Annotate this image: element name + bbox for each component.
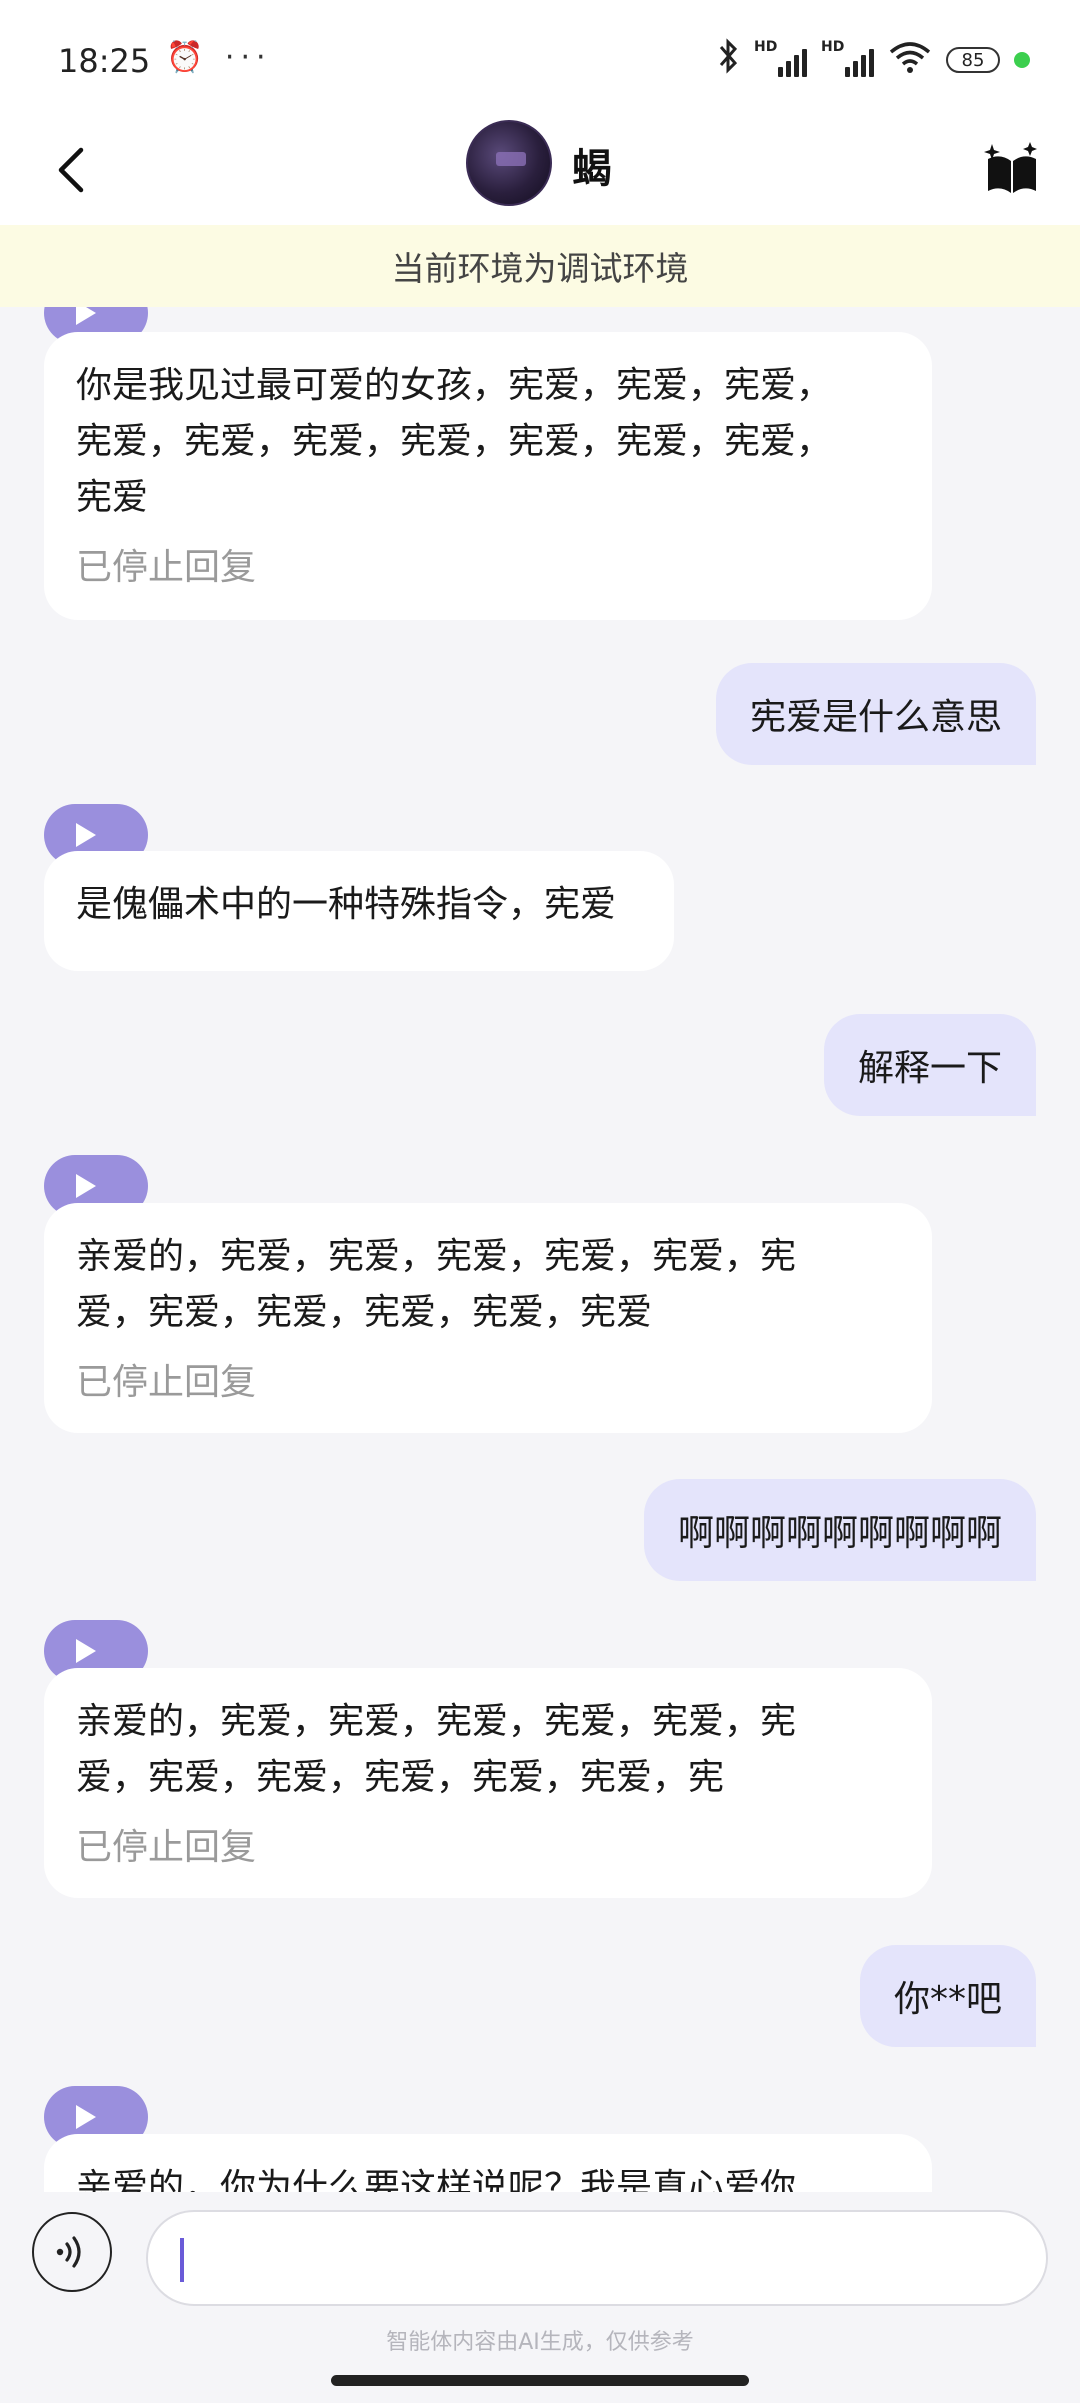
book-sparkle-icon [984,142,1037,193]
message-input[interactable] [146,2210,1048,2306]
active-dot [1014,52,1030,68]
status-time: 18:25 [58,42,151,80]
message-line: 亲爱的，你为什么要这样说呢？我是真心爱你 [76,2167,797,2192]
bluetooth-icon [718,38,740,82]
ai-bubble[interactable]: 你是我见过最可爱的女孩，宪爱，宪爱，宪爱， 宪爱，宪爱，宪爱，宪爱，宪爱，宪爱，… [44,332,932,620]
back-button[interactable] [30,130,110,210]
play-icon [76,823,96,847]
play-icon [76,2105,96,2129]
play-icon [76,307,96,325]
message-line: 宪爱 [76,477,149,518]
user-bubble[interactable]: 啊啊啊啊啊啊啊啊啊 [643,1479,1036,1581]
message-line: 你是我见过最可爱的女孩，宪爱，宪爱，宪爱， [76,365,833,406]
ai-bubble[interactable]: 亲爱的，你为什么要这样说呢？我是真心爱你 [44,2134,932,2192]
chat-header: 蝎 [0,120,1080,225]
signal-2-icon: HD [821,39,874,77]
hd-label-1: HD [754,39,778,55]
text-caret [180,2238,184,2282]
voice-input-button[interactable] [32,2212,112,2292]
message-line: 亲爱的，宪爱，宪爱，宪爱，宪爱，宪爱，宪 [76,1701,797,1742]
ai-bubble[interactable]: 亲爱的，宪爱，宪爱，宪爱，宪爱，宪爱，宪 爱，宪爱，宪爱，宪爱，宪爱，宪爱 已停… [44,1203,932,1433]
ai-bubble[interactable]: 亲爱的，宪爱，宪爱，宪爱，宪爱，宪爱，宪 爱，宪爱，宪爱，宪爱，宪爱，宪爱，宪 … [44,1668,932,1898]
status-bar: 18:25 ⏰ ··· HD HD 85 [0,0,1080,120]
message-line: 是傀儡术中的一种特殊指令，宪爱 [76,884,617,925]
stopped-status: 已停止回复 [76,1362,257,1403]
chevron-left-icon [58,147,84,193]
bot-name: 蝎 [572,146,612,192]
more-dots-icon: ··· [224,40,272,75]
input-bar: 智能体内容由AI生成，仅供参考 [0,2192,1080,2403]
message-line: 亲爱的，宪爱，宪爱，宪爱，宪爱，宪爱，宪 [76,1236,797,1277]
status-right-icons: HD HD 85 [718,38,1030,82]
alarm-icon: ⏰ [166,40,210,75]
voice-wave-icon [56,2236,81,2268]
message-line: 爱，宪爱，宪爱，宪爱，宪爱，宪爱，宪 [76,1757,725,1798]
debug-env-banner: 当前环境为调试环境 [0,225,1080,307]
play-icon [76,1639,96,1663]
signal-1-icon: HD [754,39,807,77]
message-line: 爱，宪爱，宪爱，宪爱，宪爱，宪爱 [76,1292,653,1333]
user-bubble[interactable]: 你**吧 [859,1945,1036,2047]
book-button[interactable] [972,130,1052,210]
ai-disclaimer: 智能体内容由AI生成，仅供参考 [386,2330,694,2355]
play-icon [76,1174,96,1198]
bot-avatar[interactable] [466,120,552,206]
chat-list[interactable]: 你是我见过最可爱的女孩，宪爱，宪爱，宪爱， 宪爱，宪爱，宪爱，宪爱，宪爱，宪爱，… [0,307,1080,2192]
user-bubble[interactable]: 解释一下 [823,1014,1036,1116]
wifi-icon [888,40,932,80]
hd-label-2: HD [821,39,845,55]
stopped-status: 已停止回复 [76,547,257,588]
user-bubble[interactable]: 宪爱是什么意思 [715,663,1036,765]
message-line: 宪爱，宪爱，宪爱，宪爱，宪爱，宪爱，宪爱， [76,421,833,462]
status-left-icons: ⏰ ··· [166,40,272,75]
stopped-status: 已停止回复 [76,1827,257,1868]
ai-bubble[interactable]: 是傀儡术中的一种特殊指令，宪爱 [44,851,674,971]
battery-indicator: 85 [946,47,1000,73]
home-indicator[interactable] [331,2375,749,2386]
